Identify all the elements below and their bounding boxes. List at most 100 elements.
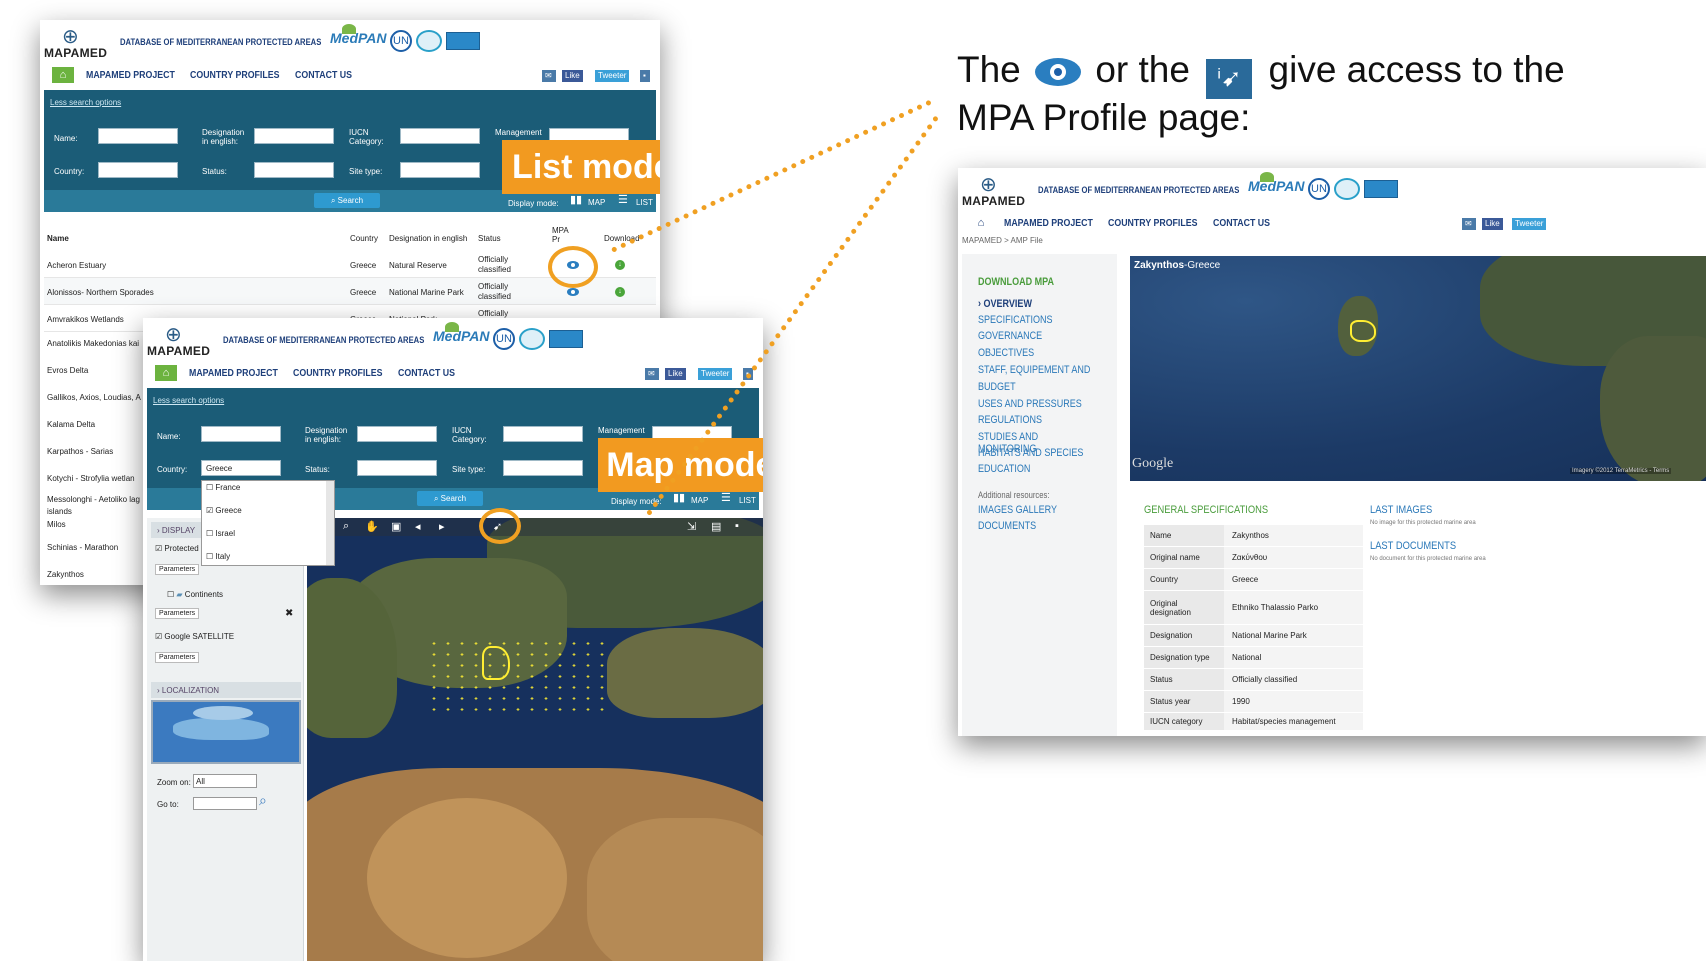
nav-country-profiles[interactable]: COUNTRY PROFILES: [1108, 218, 1197, 229]
map-mode-label[interactable]: MAP: [691, 496, 708, 505]
row-name[interactable]: Messolonghi - Aetoliko lag: [47, 495, 140, 504]
export-icon[interactable]: ⇲: [687, 520, 696, 533]
nav-country-profiles[interactable]: COUNTRY PROFILES: [293, 368, 382, 379]
map-mode-icon[interactable]: ▮▮: [673, 493, 685, 504]
home-icon[interactable]: ⌂: [155, 365, 177, 381]
email-icon[interactable]: ✉: [1462, 218, 1476, 230]
unchecked-box-icon[interactable]: ☐: [206, 483, 215, 492]
pan-icon[interactable]: ✋: [365, 520, 379, 533]
images-gallery-link[interactable]: IMAGES GALLERY: [978, 504, 1057, 516]
zoom-icon[interactable]: ⌕: [343, 520, 349, 533]
list-mode-label[interactable]: LIST: [636, 198, 653, 207]
continents-checkbox[interactable]: ☐ ▰ Continents: [167, 590, 223, 599]
row-name[interactable]: islands: [47, 507, 72, 516]
checked-box-icon[interactable]: ☑: [206, 506, 215, 515]
tweet-button[interactable]: Tweeter: [698, 368, 733, 380]
name-input[interactable]: [98, 128, 178, 144]
parameters-button[interactable]: Parameters: [155, 652, 200, 663]
facebook-like-button[interactable]: Like: [665, 368, 686, 380]
status-input[interactable]: [357, 460, 437, 476]
localization-header[interactable]: › LOCALIZATION: [151, 682, 301, 698]
site-type-input[interactable]: [503, 460, 583, 476]
sidebar-item[interactable]: USES AND PRESSURES: [978, 398, 1082, 410]
country-option[interactable]: ☐ France: [206, 483, 240, 492]
medpan-logo[interactable]: MedPAN: [1248, 172, 1305, 194]
download-icon[interactable]: ↓: [615, 260, 625, 270]
extent-icon[interactable]: ▣: [391, 520, 401, 533]
row-name[interactable]: Zakynthos: [47, 570, 84, 579]
nav-mapamed-project[interactable]: MAPAMED PROJECT: [189, 368, 278, 379]
sidebar-item[interactable]: EDUCATION: [978, 463, 1030, 475]
tweet-button[interactable]: Tweeter: [1512, 218, 1547, 230]
nav-contact-us[interactable]: CONTACT US: [1213, 218, 1270, 229]
map-mode-icon[interactable]: ▮▮: [570, 195, 582, 206]
sidebar-item[interactable]: GOVERNANCE: [978, 330, 1042, 342]
logo[interactable]: MAPAMED: [44, 46, 107, 60]
row-name[interactable]: Milos: [47, 520, 66, 529]
nav-mapamed-project[interactable]: MAPAMED PROJECT: [86, 70, 175, 81]
row-name[interactable]: Acheron Estuary: [47, 261, 106, 270]
row-name[interactable]: Anatolikis Makedonias kai: [47, 339, 139, 348]
parameters-button[interactable]: Parameters: [155, 564, 200, 575]
home-icon[interactable]: ⌂: [52, 67, 74, 83]
site-type-input[interactable]: [400, 162, 480, 178]
parameters-button[interactable]: Parameters: [155, 608, 200, 619]
download-icon[interactable]: ↓: [615, 287, 625, 297]
name-input[interactable]: [201, 426, 281, 442]
medpan-logo[interactable]: MedPAN: [330, 24, 387, 46]
sidebar-item[interactable]: HABITATS AND SPECIES: [978, 447, 1083, 459]
row-name[interactable]: Kotychi - Strofylia wetlan: [47, 474, 135, 483]
email-icon[interactable]: ✉: [542, 70, 556, 82]
unchecked-box-icon[interactable]: ☐: [206, 552, 215, 561]
mpa-markers[interactable]: [427, 638, 607, 718]
nav-contact-us[interactable]: CONTACT US: [398, 368, 455, 379]
documents-link[interactable]: DOCUMENTS: [978, 520, 1036, 532]
map-mode-label[interactable]: MAP: [588, 198, 605, 207]
row-name[interactable]: Amvrakikos Wetlands: [47, 315, 124, 324]
sidebar-item[interactable]: REGULATIONS: [978, 414, 1042, 426]
row-name[interactable]: Kalama Delta: [47, 420, 95, 429]
list-mode-icon[interactable]: ☰: [721, 493, 731, 504]
list-mode-icon[interactable]: ☰: [618, 195, 628, 206]
sidebar-item[interactable]: STAFF, EQUIPEMENT AND: [978, 364, 1090, 376]
row-name[interactable]: Schinias - Marathon: [47, 543, 118, 552]
last-images-heading[interactable]: LAST IMAGES: [1370, 504, 1432, 516]
overview-minimap[interactable]: [151, 700, 301, 764]
row-name[interactable]: Alonissos- Northern Sporades: [47, 288, 154, 297]
row-name[interactable]: Karpathos - Sarias: [47, 447, 113, 456]
designation-input[interactable]: [254, 128, 334, 144]
tweet-button[interactable]: Tweeter: [595, 70, 630, 82]
email-icon[interactable]: ✉: [645, 368, 659, 380]
logo[interactable]: MAPAMED: [147, 344, 210, 358]
sidebar-item[interactable]: BUDGET: [978, 381, 1016, 393]
mpa-profile-eye-icon[interactable]: [567, 288, 579, 296]
country-select[interactable]: Greece: [201, 460, 281, 476]
medpan-logo[interactable]: MedPAN: [433, 322, 490, 344]
dropdown-scrollbar[interactable]: [326, 481, 334, 565]
google-satellite-checkbox[interactable]: ☑ Google SATELLITE: [155, 632, 234, 641]
nav-mapamed-project[interactable]: MAPAMED PROJECT: [1004, 218, 1093, 229]
remove-layer-icon[interactable]: ✖: [285, 608, 293, 619]
print-icon[interactable]: ▪: [735, 520, 739, 532]
go-to-input[interactable]: [193, 797, 257, 810]
zakynthos-outline[interactable]: [1350, 320, 1376, 342]
previous-icon[interactable]: ◂: [415, 520, 421, 533]
search-button[interactable]: ⌕ Search: [314, 193, 380, 208]
unchecked-box-icon[interactable]: ☐: [206, 529, 215, 538]
iucn-input[interactable]: [503, 426, 583, 442]
protected-checkbox[interactable]: ☑ Protected: [155, 544, 199, 553]
next-icon[interactable]: ▸: [439, 520, 445, 533]
row-name[interactable]: Gallikos, Axios, Loudias, A: [47, 393, 141, 402]
print-icon[interactable]: ▪: [640, 70, 650, 82]
country-option[interactable]: ☑ Greece: [206, 506, 242, 515]
iucn-input[interactable]: [400, 128, 480, 144]
less-search-options-link[interactable]: Less search options: [153, 396, 224, 405]
magnifier-icon[interactable]: ⌕: [259, 792, 267, 809]
nav-country-profiles[interactable]: COUNTRY PROFILES: [190, 70, 279, 81]
country-option[interactable]: ☐ Italy: [206, 552, 230, 561]
country-option[interactable]: ☐ Israel: [206, 529, 235, 538]
facebook-like-button[interactable]: Like: [562, 70, 583, 82]
facebook-like-button[interactable]: Like: [1482, 218, 1503, 230]
sidebar-item[interactable]: SPECIFICATIONS: [978, 314, 1053, 326]
sidebar-item-overview[interactable]: › OVERVIEW: [978, 298, 1032, 310]
